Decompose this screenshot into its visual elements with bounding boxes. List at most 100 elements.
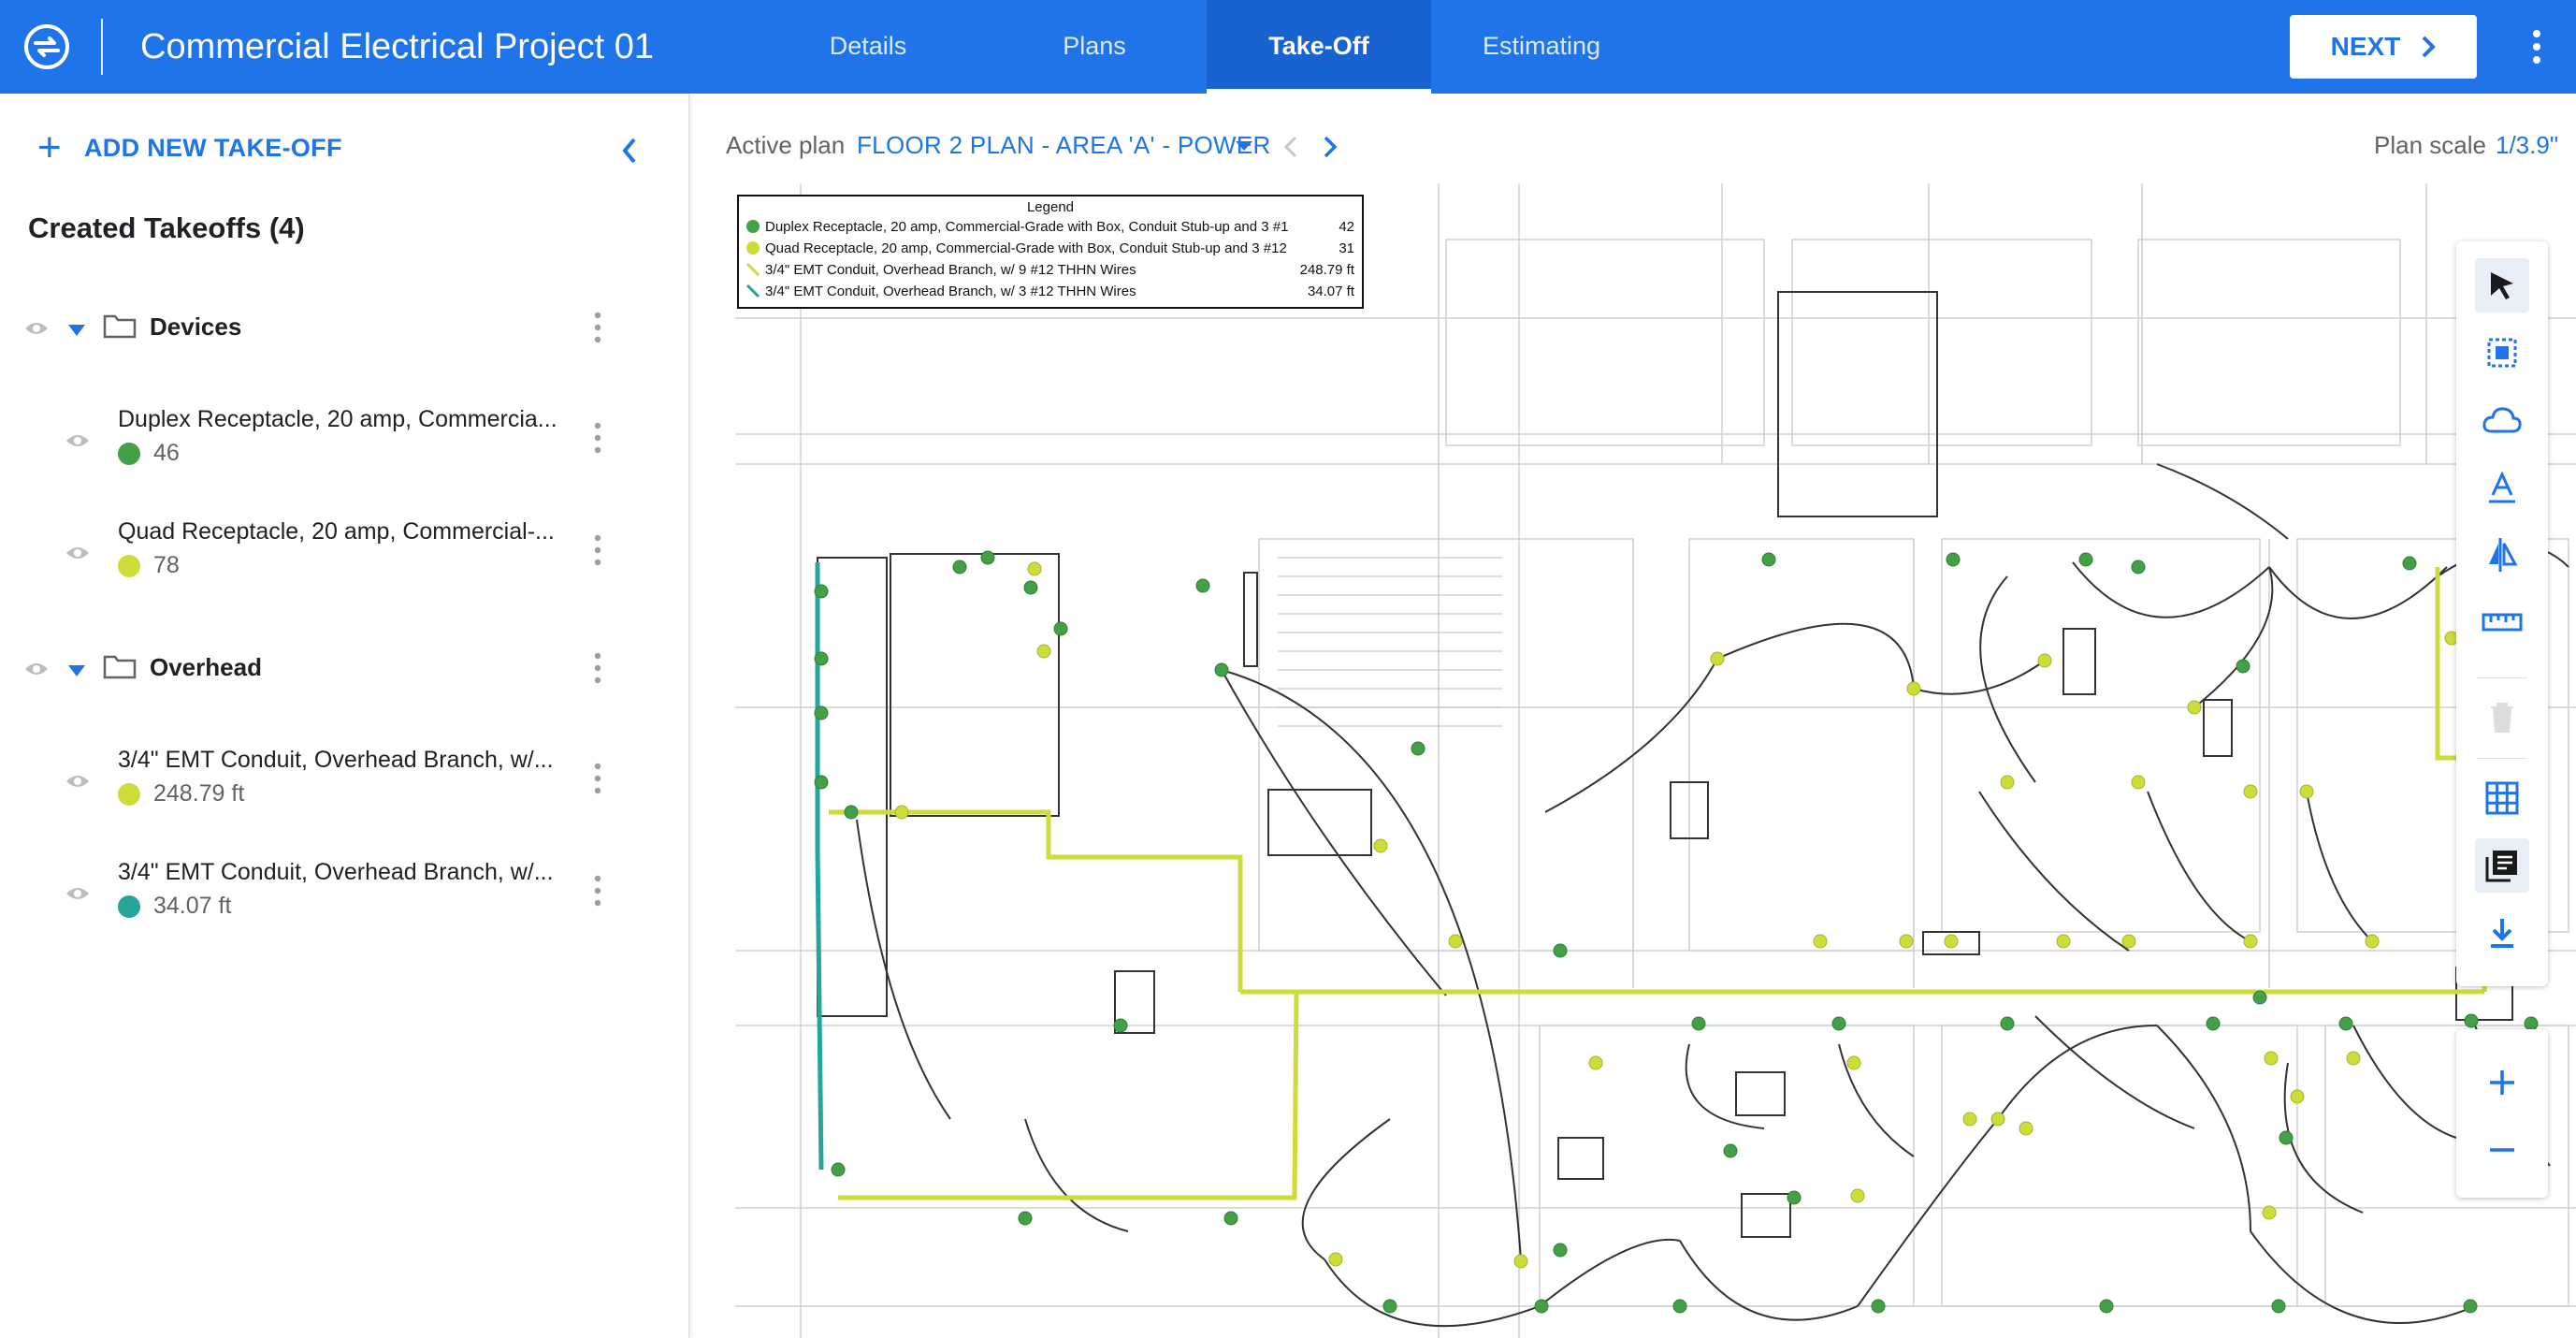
legend-row-desc: 3/4" EMT Conduit, Overhead Branch, w/ 3 … [765, 283, 1136, 299]
select-area-icon [2487, 338, 2517, 368]
zoom-in-button[interactable] [2475, 1055, 2529, 1110]
plus-icon [2490, 1070, 2514, 1095]
takeoff-item-conduit-9[interactable]: 3/4" EMT Conduit, Overhead Branch, w/...… [0, 743, 688, 836]
chevron-right-icon [2422, 36, 2437, 58]
cloud-tool-button[interactable] [2475, 393, 2529, 447]
legend-row-value: 34.07 ft [1307, 283, 1354, 299]
takeoff-item-name: Quad Receptacle, 20 amp, Commercial-... [118, 518, 555, 545]
plan-legend: Legend Duplex Receptacle, 20 amp, Commer… [737, 195, 1364, 309]
chevron-right-icon[interactable] [1323, 135, 1338, 159]
takeoff-item-count: 248.79 ft [118, 780, 244, 807]
tool-rail [2456, 241, 2548, 986]
color-dot [118, 554, 140, 577]
caret-down-icon[interactable] [67, 324, 86, 337]
area-select-button[interactable] [2475, 326, 2529, 380]
download-icon [2491, 919, 2513, 948]
more-vert-icon[interactable] [593, 311, 602, 344]
grid-icon [2485, 781, 2519, 815]
takeoff-sidebar: + ADD NEW TAKE-OFF Created Takeoffs (4) … [0, 94, 689, 1338]
app-header: Commercial Electrical Project 01 Details… [0, 0, 2576, 94]
takeoff-item-count: 46 [118, 440, 180, 467]
takeoff-item-count: 78 [118, 552, 180, 579]
more-vert-icon[interactable] [593, 651, 602, 685]
cursor-icon [2491, 272, 2513, 299]
floor-plan-svg[interactable] [735, 183, 2576, 1338]
legend-dot-symbol [746, 241, 760, 255]
legend-row-desc: 3/4" EMT Conduit, Overhead Branch, w/ 9 … [765, 261, 1136, 278]
plus-icon: + [37, 124, 62, 170]
tab-plans[interactable]: Plans [1038, 0, 1151, 94]
takeoff-item-value: 248.79 ft [153, 780, 245, 807]
group-overhead[interactable]: Overhead [0, 638, 688, 694]
legend-row: 3/4" EMT Conduit, Overhead Branch, w/ 9 … [746, 260, 1354, 279]
legend-row-desc: Duplex Receptacle, 20 amp, Commercial-Gr… [765, 218, 1289, 235]
takeoff-item-duplex[interactable]: Duplex Receptacle, 20 amp, Commercia... … [0, 402, 688, 496]
legend-row-value: 31 [1339, 240, 1354, 256]
tab-estimating[interactable]: Estimating [1467, 0, 1616, 94]
legend-row-value: 248.79 ft [1299, 261, 1354, 278]
visibility-icon[interactable] [24, 661, 49, 677]
cloud-icon [2482, 407, 2522, 433]
next-button-label: NEXT [2330, 32, 2401, 61]
visibility-icon[interactable] [65, 773, 90, 790]
add-takeoff-button[interactable]: + ADD NEW TAKE-OFF [37, 124, 342, 170]
more-vert-icon[interactable] [593, 762, 602, 795]
folder-icon [103, 655, 137, 679]
zoom-controls [2456, 1029, 2548, 1198]
legend-line-symbol [746, 263, 760, 276]
visibility-icon[interactable] [65, 432, 90, 449]
text-icon [2489, 471, 2515, 503]
caret-down-icon[interactable] [1235, 140, 1253, 152]
text-tool-button[interactable] [2475, 460, 2529, 515]
legend-row-value: 42 [1339, 218, 1354, 235]
tab-details[interactable]: Details [812, 0, 924, 94]
color-dot [118, 894, 140, 918]
visibility-icon[interactable] [65, 885, 90, 902]
takeoff-item-conduit-3[interactable]: 3/4" EMT Conduit, Overhead Branch, w/...… [0, 855, 688, 949]
group-devices[interactable]: Devices [0, 299, 688, 356]
legend-dot-symbol [746, 220, 760, 233]
more-vert-icon[interactable] [593, 533, 602, 567]
color-dot [118, 442, 140, 465]
chevron-left-icon[interactable] [617, 135, 642, 167]
caret-down-icon[interactable] [67, 664, 86, 677]
chevron-left-icon[interactable] [1283, 135, 1298, 159]
delete-button[interactable] [2475, 691, 2529, 745]
add-takeoff-label: ADD NEW TAKE-OFF [84, 133, 342, 162]
plan-toolbar: Active plan FLOOR 2 PLAN - AREA 'A' - PO… [692, 94, 2576, 196]
legend-row-desc: Quad Receptacle, 20 amp, Commercial-Grad… [765, 240, 1287, 256]
minus-icon [2490, 1148, 2514, 1152]
visibility-icon[interactable] [24, 320, 49, 337]
takeoff-item-value: 34.07 ft [153, 893, 232, 919]
next-button[interactable]: NEXT [2290, 15, 2477, 79]
app-logo-icon[interactable] [22, 22, 71, 71]
measure-tool-button[interactable] [2475, 595, 2529, 649]
plan-scale-value[interactable]: 1/3.9" [2496, 131, 2558, 160]
takeoff-item-name: Duplex Receptacle, 20 amp, Commercia... [118, 406, 557, 432]
folder-icon [103, 314, 137, 339]
more-vert-icon[interactable] [593, 421, 602, 455]
compare-tool-button[interactable] [2475, 528, 2529, 582]
plan-scale-label: Plan scale [2374, 131, 2486, 159]
legend-line-symbol [746, 284, 760, 298]
select-tool-button[interactable] [2475, 258, 2529, 313]
zoom-out-button[interactable] [2475, 1123, 2529, 1177]
layers-icon [2485, 851, 2517, 882]
takeoff-item-quad[interactable]: Quad Receptacle, 20 amp, Commercial-... … [0, 515, 688, 608]
download-button[interactable] [2475, 906, 2529, 960]
legend-row: 3/4" EMT Conduit, Overhead Branch, w/ 3 … [746, 282, 1354, 300]
more-vert-icon[interactable] [593, 874, 602, 908]
takeoff-item-name: 3/4" EMT Conduit, Overhead Branch, w/... [118, 747, 554, 773]
more-vert-icon[interactable] [2525, 28, 2548, 65]
plan-drawing[interactable] [735, 183, 2576, 1338]
active-plan-select[interactable]: FLOOR 2 PLAN - AREA 'A' - POWER [857, 131, 1271, 160]
group-label: Devices [150, 313, 242, 341]
project-title: Commercial Electrical Project 01 [140, 27, 655, 66]
header-divider [101, 19, 103, 75]
layers-tool-button[interactable] [2475, 838, 2529, 893]
takeoff-item-value: 46 [153, 440, 180, 466]
grid-tool-button[interactable] [2475, 771, 2529, 825]
takeoff-item-count: 34.07 ft [118, 893, 231, 920]
visibility-icon[interactable] [65, 545, 90, 561]
tab-take-off[interactable]: Take-Off [1207, 0, 1431, 94]
